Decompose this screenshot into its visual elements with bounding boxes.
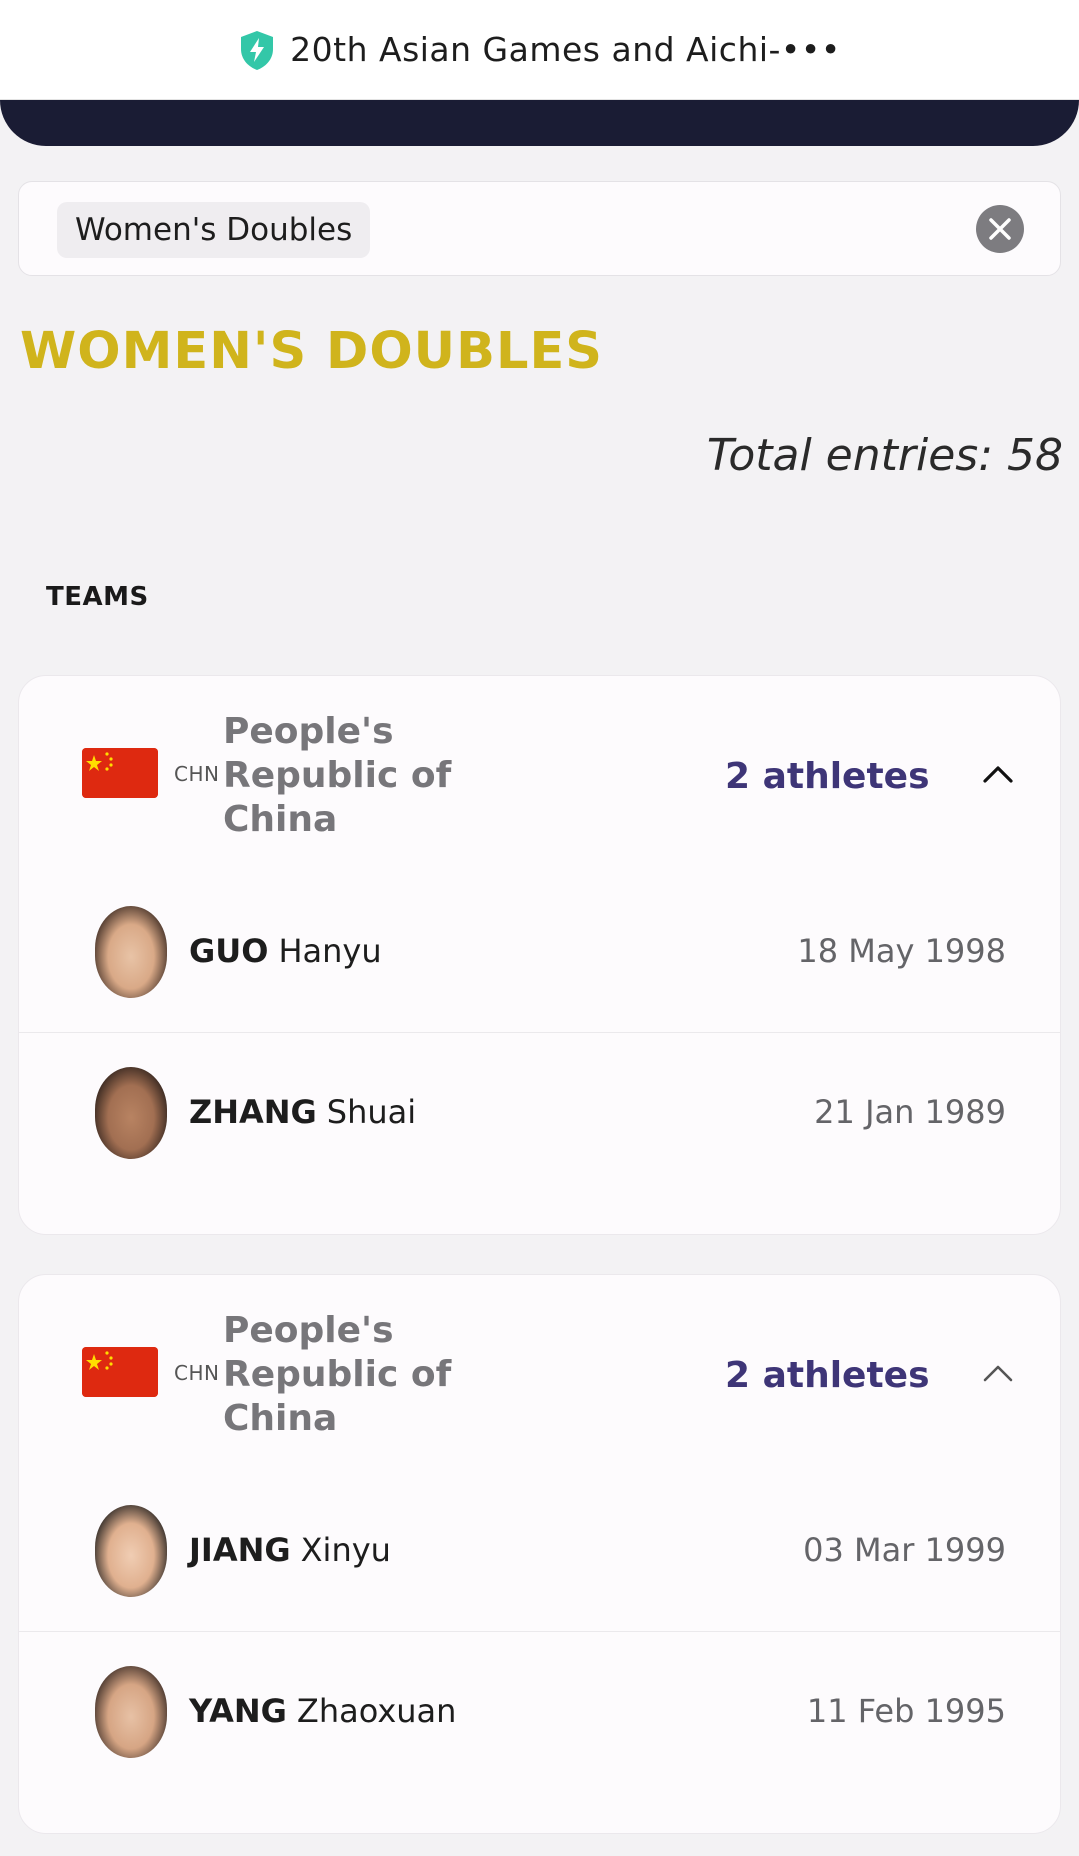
country-name-line: Republic of — [223, 1354, 452, 1395]
team-card: CHN People's Republic of China 2 athlete… — [18, 675, 1061, 1235]
athlete-avatar — [95, 1505, 167, 1597]
team-card: CHN People's Republic of China 2 athlete… — [18, 1274, 1061, 1834]
china-flag-icon — [82, 1347, 158, 1397]
athlete-birthdate: 18 May 1998 — [797, 932, 1006, 970]
athlete-row[interactable]: ZHANG Shuai 21 Jan 1989 — [19, 1032, 1060, 1192]
page-header-title: 20th Asian Games and Aichi-••• — [290, 30, 841, 69]
athlete-avatar — [95, 906, 167, 998]
page-title: WOMEN'S DOUBLES — [20, 322, 604, 381]
athlete-birthdate: 11 Feb 1995 — [806, 1692, 1006, 1730]
athlete-name: ZHANG Shuai — [189, 1093, 416, 1131]
chevron-up-icon[interactable] — [981, 1361, 1015, 1385]
athlete-row[interactable]: JIANG Xinyu 03 Mar 1999 — [19, 1471, 1060, 1631]
browser-title-bar: 20th Asian Games and Aichi-••• — [0, 0, 1079, 100]
country-name-line: People's — [223, 711, 394, 752]
athlete-birthdate: 03 Mar 1999 — [803, 1531, 1006, 1569]
athlete-row[interactable]: YANG Zhaoxuan 11 Feb 1995 — [19, 1631, 1060, 1791]
site-nav-strip — [0, 100, 1079, 146]
athlete-avatar — [95, 1067, 167, 1159]
china-flag-icon — [82, 748, 158, 798]
athlete-name: YANG Zhaoxuan — [189, 1692, 456, 1730]
filter-bar: Women's Doubles — [18, 181, 1061, 276]
section-label-teams: TEAMS — [46, 582, 149, 612]
team-card-header[interactable]: CHN People's Republic of China 2 athlete… — [19, 1275, 1060, 1471]
noc-code: CHN — [174, 1361, 220, 1385]
team-card-header[interactable]: CHN People's Republic of China 2 athlete… — [19, 676, 1060, 872]
shield-bolt-icon — [241, 30, 274, 70]
chevron-up-icon[interactable] — [981, 762, 1015, 786]
filter-chip-label: Women's Doubles — [75, 212, 353, 248]
athlete-given-name: Xinyu — [300, 1531, 391, 1569]
athlete-name: JIANG Xinyu — [189, 1531, 391, 1569]
athlete-name: GUO Hanyu — [189, 932, 382, 970]
athlete-given-name: Shuai — [326, 1093, 417, 1131]
country-name-line: China — [223, 799, 338, 840]
athlete-given-name: Zhaoxuan — [296, 1692, 457, 1730]
close-icon — [989, 218, 1011, 240]
athletes-count: 2 athletes — [725, 1355, 930, 1396]
country-name: People's Republic of China — [223, 710, 473, 842]
filter-chip-womens-doubles[interactable]: Women's Doubles — [57, 202, 371, 258]
athlete-avatar — [95, 1666, 167, 1758]
clear-filter-button[interactable] — [976, 205, 1024, 253]
athlete-birthdate: 21 Jan 1989 — [814, 1093, 1006, 1131]
total-entries: Total entries: 58 — [706, 430, 1063, 481]
country-name: People's Republic of China — [223, 1309, 473, 1441]
athlete-row[interactable]: GUO Hanyu 18 May 1998 — [19, 872, 1060, 1032]
athletes-count: 2 athletes — [725, 756, 930, 797]
country-name-line: China — [223, 1398, 338, 1439]
noc-code: CHN — [174, 762, 220, 786]
athlete-surname: JIANG — [189, 1531, 291, 1569]
country-name-line: Republic of — [223, 755, 452, 796]
country-name-line: People's — [223, 1310, 394, 1351]
athlete-surname: ZHANG — [189, 1093, 317, 1131]
athlete-given-name: Hanyu — [278, 932, 382, 970]
athlete-surname: YANG — [189, 1692, 287, 1730]
athlete-surname: GUO — [189, 932, 269, 970]
